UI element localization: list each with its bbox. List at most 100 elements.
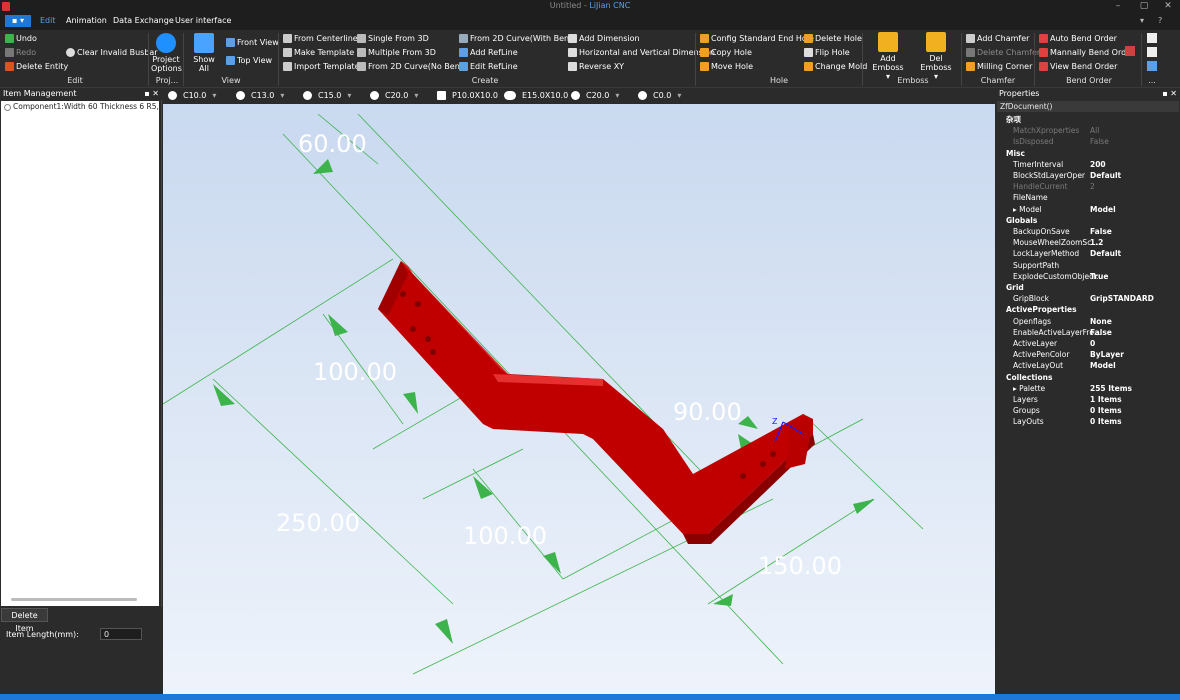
property-value[interactable]: None — [1090, 316, 1112, 327]
property-row[interactable]: EnableActiveLayerFro... False — [996, 327, 1180, 338]
from-2d-with-bend-button[interactable]: From 2D Curve(With Bend) — [459, 33, 577, 45]
front-view-button[interactable]: Front View — [226, 37, 279, 49]
property-value[interactable]: 0 Items — [1090, 416, 1122, 427]
maximize-button[interactable]: ▢ — [1131, 0, 1157, 13]
add-dimension-button[interactable]: Add Dimension — [568, 33, 640, 45]
from-2d-no-bend-button[interactable]: From 2D Curve(No Bend) — [357, 61, 468, 73]
move-hole-button[interactable]: Move Hole — [700, 61, 753, 73]
property-row[interactable]: LockLayerMethod Default — [996, 248, 1180, 259]
horizontal-scrollbar[interactable] — [11, 598, 137, 601]
property-value[interactable]: 200 — [1090, 159, 1106, 170]
property-row[interactable]: IsDisposed False — [996, 136, 1180, 147]
property-category[interactable]: Globals — [996, 214, 1180, 226]
del-emboss-button[interactable]: Del Emboss ▾ — [913, 32, 959, 81]
pin-close-icon[interactable]: ▪ ✕ — [1162, 88, 1177, 100]
property-row[interactable]: LayOuts 0 Items — [996, 416, 1180, 427]
property-row[interactable]: ActiveLayer 0 — [996, 338, 1180, 349]
more-tool-icon[interactable] — [1147, 47, 1157, 57]
change-mold-button[interactable]: Change Mold — [804, 61, 867, 73]
viewport-canvas[interactable]: 60.00 100.00 90.00 250.00 100.00 150.00 … — [163, 104, 995, 694]
view-bend-order-button[interactable]: View Bend Order — [1039, 61, 1117, 73]
property-value[interactable]: True — [1090, 271, 1108, 282]
property-object-selector[interactable]: ZfDocument() — [997, 101, 1179, 112]
property-row[interactable]: Groups 0 Items — [996, 405, 1180, 416]
more-tool-icon[interactable] — [1147, 61, 1157, 71]
preset-c20[interactable]: C20.0 ▾ — [370, 90, 418, 102]
property-row[interactable]: HandleCurrent 2 — [996, 181, 1180, 192]
property-row[interactable]: FileName — [996, 192, 1180, 203]
multiple-from-3d-button[interactable]: Multiple From 3D — [357, 47, 436, 59]
property-row[interactable]: MatchXproperties All — [996, 125, 1180, 136]
property-row[interactable]: SupportPath — [996, 260, 1180, 271]
add-chamfer-button[interactable]: Add Chamfer — [966, 33, 1029, 45]
reverse-xy-button[interactable]: Reverse XY — [568, 61, 624, 73]
delete-item-tab[interactable]: Delete Item — [1, 608, 48, 633]
property-value[interactable]: 255 Items — [1090, 383, 1132, 394]
property-category[interactable]: ActiveProperties — [996, 304, 1180, 316]
chevron-down-icon[interactable]: ▾ — [615, 91, 619, 100]
property-category[interactable]: Misc — [996, 147, 1180, 159]
property-row[interactable]: ▸ Model Model — [996, 204, 1180, 215]
property-value[interactable]: 1.2 — [1090, 237, 1103, 248]
property-row[interactable]: TimerInterval 200 — [996, 159, 1180, 170]
file-menu-button[interactable]: ▪ ▾ — [5, 15, 31, 27]
property-value[interactable]: 2 — [1090, 181, 1095, 192]
property-row[interactable]: ▸ Palette 255 Items — [996, 383, 1180, 394]
property-value[interactable]: Default — [1090, 170, 1121, 181]
property-value[interactable]: False — [1090, 327, 1112, 338]
3d-viewport[interactable]: 60.00 100.00 90.00 250.00 100.00 150.00 … — [163, 104, 995, 694]
project-options-button[interactable]: Project Options — [151, 33, 182, 73]
property-row[interactable]: BlockStdLayerOper Default — [996, 170, 1180, 181]
ribbon-options-icon[interactable]: ▾ — [1140, 16, 1144, 25]
preset-e15x10[interactable]: E15.0X10.0▾ — [504, 90, 578, 102]
tab-edit[interactable]: Edit — [40, 16, 56, 25]
property-value[interactable]: Model — [1090, 204, 1116, 215]
edit-refline-button[interactable]: Edit RefLine — [459, 61, 518, 73]
property-value[interactable]: GripSTANDARD — [1090, 293, 1154, 304]
property-row[interactable]: GripBlock GripSTANDARD — [996, 293, 1180, 304]
top-view-button[interactable]: Top View — [226, 55, 272, 67]
delete-hole-button[interactable]: Delete Hole — [804, 33, 862, 45]
show-all-button[interactable]: Show All — [188, 33, 220, 73]
property-value[interactable]: False — [1090, 226, 1112, 237]
tab-data-exchange[interactable]: Data Exchange — [113, 16, 174, 25]
chevron-down-icon[interactable]: ▾ — [414, 91, 418, 100]
config-end-hole-button[interactable]: Config Standard End Hole — [700, 33, 814, 45]
help-icon[interactable]: ? — [1158, 16, 1162, 25]
property-row[interactable]: ExplodeCustomObject... True — [996, 271, 1180, 282]
property-row[interactable]: Openflags None — [996, 316, 1180, 327]
property-value[interactable]: False — [1090, 136, 1109, 147]
milling-corner-button[interactable]: Milling Corner — [966, 61, 1032, 73]
property-value[interactable]: 0 Items — [1090, 405, 1122, 416]
single-from-3d-button[interactable]: Single From 3D — [357, 33, 429, 45]
property-value[interactable]: Default — [1090, 248, 1121, 259]
preset-p10x10[interactable]: P10.0X10.0▾ — [437, 90, 508, 102]
more-tool-icon[interactable] — [1147, 33, 1157, 43]
property-category[interactable]: 杂项 — [996, 114, 1180, 125]
flip-hole-button[interactable]: Flip Hole — [804, 47, 850, 59]
undo-button[interactable]: Undo — [5, 33, 37, 45]
property-row[interactable]: BackupOnSave False — [996, 226, 1180, 237]
property-row[interactable]: ActiveLayOut Model — [996, 360, 1180, 371]
copy-hole-button[interactable]: Copy Hole — [700, 47, 752, 59]
close-button[interactable]: ✕ — [1155, 0, 1180, 13]
delete-chamfer-button[interactable]: Delete Chamfer — [966, 47, 1040, 59]
property-value[interactable]: Model — [1090, 360, 1116, 371]
redo-button[interactable]: Redo — [5, 47, 36, 59]
radio-icon[interactable] — [4, 103, 11, 111]
chevron-down-icon[interactable]: ▾ — [677, 91, 681, 100]
chevron-down-icon[interactable]: ▾ — [280, 91, 284, 100]
auto-bend-order-button[interactable]: Auto Bend Order — [1039, 33, 1117, 45]
make-template-button[interactable]: Make Template — [283, 47, 354, 59]
chevron-down-icon[interactable]: ▾ — [347, 91, 351, 100]
property-category[interactable]: Grid — [996, 282, 1180, 293]
property-category[interactable]: Collections — [996, 371, 1180, 383]
manual-bend-order-button[interactable]: Mannally Bend Order — [1039, 47, 1134, 59]
hv-dimension-button[interactable]: Horizontal and Vertical Dimension — [568, 47, 715, 59]
property-row[interactable]: MouseWheelZoomSc... 1.2 — [996, 237, 1180, 248]
preset-c15[interactable]: C15.0 ▾ — [303, 90, 351, 102]
preset-c0[interactable]: C0.0 ▾ — [638, 90, 681, 102]
item-tree[interactable]: Component1:Width 60 Thickness 6 R5, cou — [1, 101, 159, 606]
property-value[interactable]: 1 Items — [1090, 394, 1122, 405]
item-length-input[interactable]: 0 — [100, 628, 142, 640]
